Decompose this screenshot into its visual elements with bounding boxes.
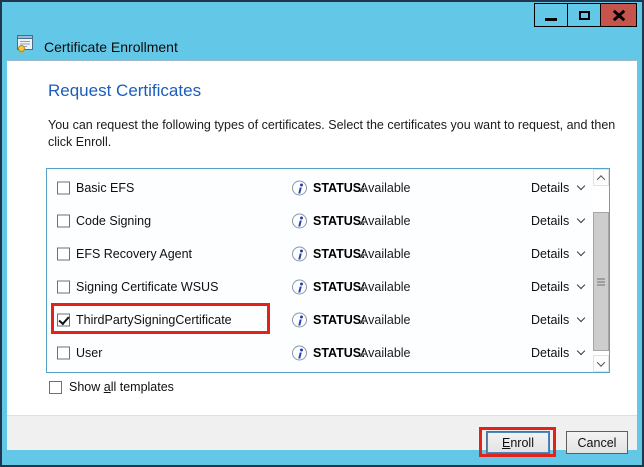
template-checkbox[interactable] bbox=[57, 214, 70, 227]
scrollbar[interactable] bbox=[593, 169, 609, 372]
details-expander[interactable]: Details bbox=[531, 181, 584, 195]
chevron-down-icon bbox=[577, 182, 585, 190]
certificate-icon bbox=[15, 34, 35, 59]
status-label: STATUS: bbox=[313, 280, 365, 294]
info-icon bbox=[292, 246, 307, 261]
status-label: STATUS: bbox=[313, 247, 365, 261]
template-checkbox[interactable] bbox=[57, 346, 70, 359]
scroll-up-button[interactable] bbox=[593, 169, 609, 186]
cancel-button[interactable]: Cancel bbox=[566, 431, 628, 454]
dialog-body: Request Certificates You can request the… bbox=[7, 60, 637, 450]
status-value: Available bbox=[360, 280, 411, 294]
chevron-down-icon bbox=[577, 215, 585, 223]
info-icon bbox=[292, 312, 307, 327]
status-value: Available bbox=[360, 313, 411, 327]
template-checkbox[interactable] bbox=[57, 181, 70, 194]
chevron-down-icon bbox=[577, 281, 585, 289]
caption-buttons bbox=[535, 3, 637, 27]
enroll-button[interactable]: Enroll bbox=[486, 431, 550, 454]
template-checkbox[interactable] bbox=[57, 247, 70, 260]
show-all-templates: Show all templates bbox=[49, 380, 174, 394]
chevron-down-icon bbox=[577, 248, 585, 256]
template-name: ThirdPartySigningCertificate bbox=[76, 313, 232, 327]
details-expander[interactable]: Details bbox=[531, 346, 584, 360]
template-name: Signing Certificate WSUS bbox=[76, 280, 218, 294]
maximize-icon bbox=[579, 11, 590, 20]
page-title: Request Certificates bbox=[48, 81, 201, 101]
details-expander[interactable]: Details bbox=[531, 214, 584, 228]
show-all-templates-checkbox[interactable] bbox=[49, 381, 62, 394]
button-bar: Enroll Cancel bbox=[7, 415, 637, 450]
template-checkbox-checked[interactable] bbox=[57, 313, 70, 326]
chevron-down-icon bbox=[597, 358, 605, 366]
info-icon bbox=[292, 180, 307, 195]
description-text: You can request the following types of c… bbox=[48, 117, 615, 151]
status-label: STATUS: bbox=[313, 214, 365, 228]
grip-icon bbox=[597, 281, 605, 282]
template-row-user: User STATUS: Available Details bbox=[47, 336, 592, 369]
close-button[interactable] bbox=[600, 3, 637, 27]
details-expander[interactable]: Details bbox=[531, 247, 584, 261]
template-checkbox[interactable] bbox=[57, 280, 70, 293]
close-icon bbox=[612, 9, 626, 21]
chevron-down-icon bbox=[577, 314, 585, 322]
status-value: Available bbox=[360, 346, 411, 360]
template-name: Code Signing bbox=[76, 214, 151, 228]
template-row-basic-efs: Basic EFS STATUS: Available Details bbox=[47, 171, 592, 204]
info-icon bbox=[292, 213, 307, 228]
status-value: Available bbox=[360, 181, 411, 195]
template-name: EFS Recovery Agent bbox=[76, 247, 192, 261]
template-row-efs-recovery-agent: EFS Recovery Agent STATUS: Available Det… bbox=[47, 237, 592, 270]
status-label: STATUS: bbox=[313, 181, 365, 195]
minimize-button[interactable] bbox=[534, 3, 568, 27]
template-name: User bbox=[76, 346, 102, 360]
template-row-signing-certificate-wsus: Signing Certificate WSUS STATUS: Availab… bbox=[47, 270, 592, 303]
status-label: STATUS: bbox=[313, 313, 365, 327]
info-icon bbox=[292, 279, 307, 294]
status-value: Available bbox=[360, 247, 411, 261]
chevron-up-icon bbox=[597, 175, 605, 183]
maximize-button[interactable] bbox=[567, 3, 601, 27]
window-title: Certificate Enrollment bbox=[44, 39, 178, 55]
chevron-down-icon bbox=[577, 347, 585, 355]
certificate-template-list: Basic EFS STATUS: Available Details Code… bbox=[46, 168, 610, 373]
template-name: Basic EFS bbox=[76, 181, 134, 195]
scrollbar-thumb[interactable] bbox=[593, 212, 609, 351]
status-label: STATUS: bbox=[313, 346, 365, 360]
template-row-code-signing: Code Signing STATUS: Available Details bbox=[47, 204, 592, 237]
info-icon bbox=[292, 345, 307, 360]
show-all-templates-label: Show all templates bbox=[69, 380, 174, 394]
template-row-thirdpartysigningcertificate: ThirdPartySigningCertificate STATUS: Ava… bbox=[47, 303, 592, 336]
details-expander[interactable]: Details bbox=[531, 280, 584, 294]
status-value: Available bbox=[360, 214, 411, 228]
details-expander[interactable]: Details bbox=[531, 313, 584, 327]
scroll-down-button[interactable] bbox=[593, 355, 609, 372]
minimize-icon bbox=[545, 18, 557, 21]
titlebar: Certificate Enrollment bbox=[15, 34, 178, 59]
certificate-enrollment-window: Certificate Enrollment Request Certifica… bbox=[0, 0, 644, 467]
